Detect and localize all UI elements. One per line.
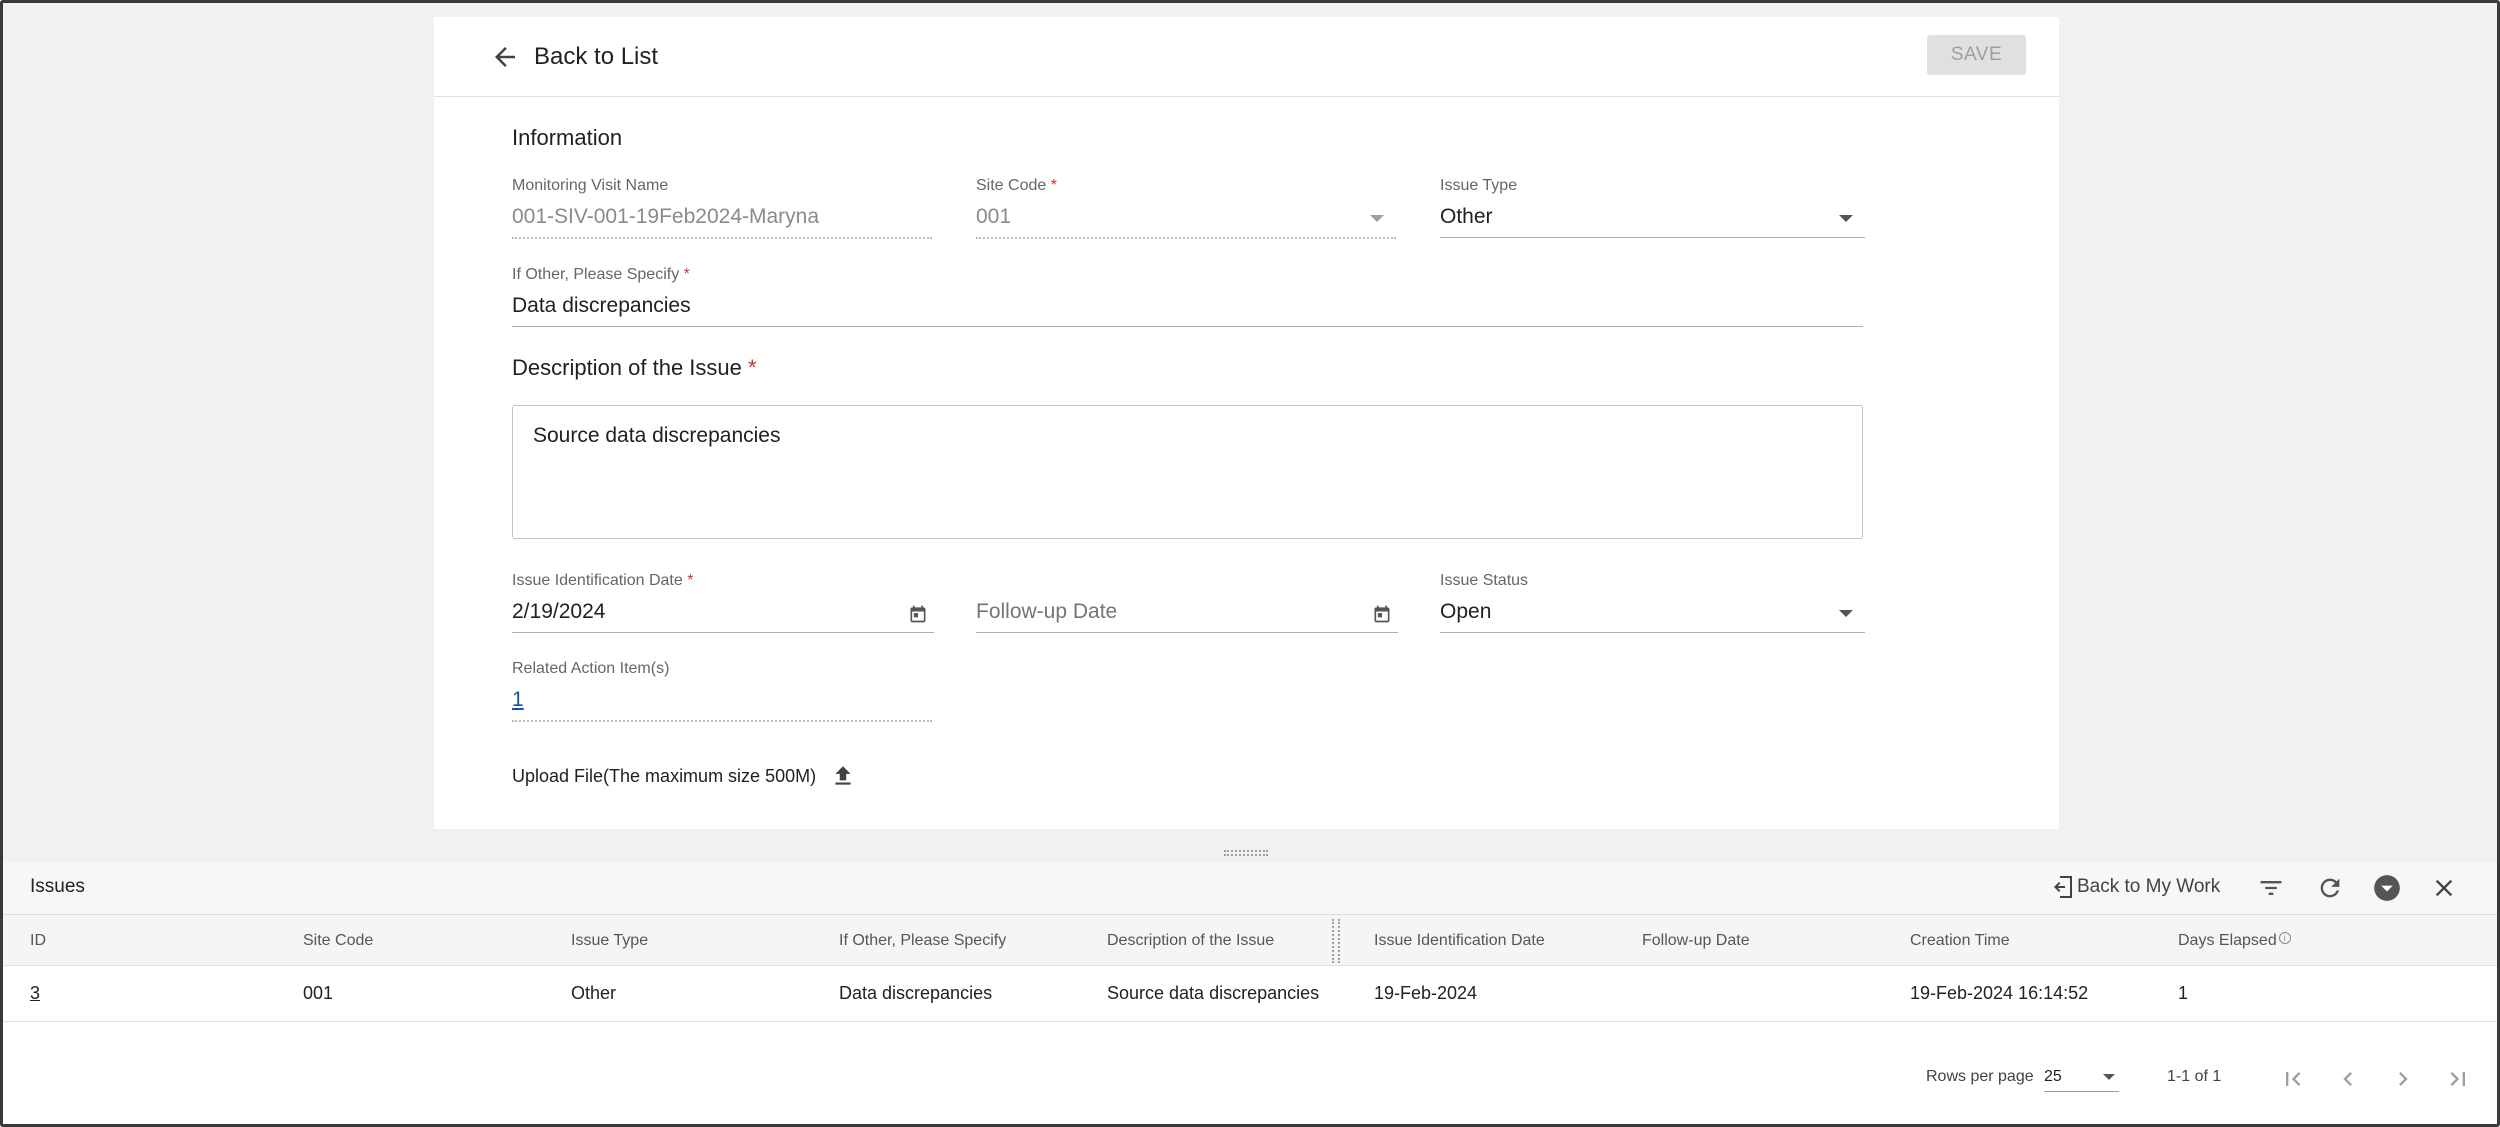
chevron-right-icon[interactable]: [2389, 1065, 2417, 1093]
related-action-link[interactable]: 1: [512, 688, 524, 712]
issue-status-label: Issue Status: [1440, 572, 1529, 589]
issues-panel: Issues Back to My Work ID Site Code Issu…: [3, 862, 2497, 1124]
if-other-field[interactable]: If Other, Please Specify * Data discrepa…: [512, 266, 1863, 332]
chevron-left-icon[interactable]: [2334, 1065, 2362, 1093]
table-row[interactable]: 3 001 Other Data discrepancies Source da…: [3, 966, 2497, 1022]
upload-file-label: Upload File(The maximum size 500M): [512, 765, 817, 786]
required-mark: *: [748, 355, 757, 380]
description-title: Description of the Issue *: [512, 355, 757, 381]
cell-issue-type: Other: [571, 983, 617, 1003]
chevron-down-icon: [1370, 215, 1384, 222]
back-to-my-work-label: Back to My Work: [2077, 876, 2221, 897]
column-header-site-code[interactable]: Site Code: [303, 932, 373, 950]
column-header-identification-date[interactable]: Issue Identification Date: [1374, 932, 1545, 950]
related-action-label: Related Action Item(s): [512, 660, 670, 677]
identification-date-value: 2/19/2024: [512, 600, 606, 623]
calendar-icon[interactable]: [908, 604, 928, 624]
back-to-list-label: Back to List: [534, 43, 659, 70]
cell-if-other: Data discrepancies: [839, 983, 993, 1003]
description-label: Description of the Issue: [512, 355, 742, 380]
required-mark: *: [1050, 177, 1057, 194]
upload-icon[interactable]: [830, 763, 856, 789]
cell-identification-date: 19-Feb-2024: [1374, 983, 1478, 1003]
issue-status-select[interactable]: Issue Status Open: [1440, 572, 1865, 638]
column-header-id[interactable]: ID: [30, 932, 46, 950]
table-header-row: ID Site Code Issue Type If Other, Please…: [3, 914, 2497, 966]
column-header-issue-type[interactable]: Issue Type: [571, 932, 648, 950]
arrow-left-icon: [495, 47, 515, 67]
chevron-down-icon: [2103, 1074, 2115, 1080]
back-to-my-work-button[interactable]: Back to My Work: [2051, 874, 2220, 900]
monitoring-visit-label: Monitoring Visit Name: [512, 177, 669, 194]
identification-date-field[interactable]: Issue Identification Date * 2/19/2024: [512, 572, 934, 638]
monitoring-visit-value: 001-SIV-001-19Feb2024-Maryna: [512, 205, 820, 228]
issue-type-label: Issue Type: [1440, 177, 1518, 194]
column-header-followup-date[interactable]: Follow-up Date: [1642, 932, 1750, 950]
issues-panel-title: Issues: [30, 876, 85, 897]
refresh-icon[interactable]: [2316, 874, 2344, 902]
back-to-list-link[interactable]: Back to List: [490, 37, 658, 77]
cell-creation-time: 19-Feb-2024 16:14:52: [1910, 983, 2089, 1003]
close-icon[interactable]: [2430, 874, 2458, 902]
rows-per-page-label: Rows per page: [1926, 1068, 2034, 1085]
column-header-creation-time[interactable]: Creation Time: [1910, 932, 2010, 950]
site-code-value: 001: [976, 205, 1012, 228]
section-information-title: Information: [512, 125, 623, 150]
if-other-value: Data discrepancies: [512, 294, 691, 317]
monitoring-visit-field: Monitoring Visit Name 001-SIV-001-19Feb2…: [512, 177, 932, 243]
issue-type-select[interactable]: Issue Type Other: [1440, 177, 1865, 243]
required-mark: *: [687, 572, 694, 589]
form-header: Back to List SAVE: [434, 17, 2059, 97]
if-other-label: If Other, Please Specify: [512, 266, 680, 283]
related-action-field: Related Action Item(s) 1: [512, 660, 932, 726]
pagination-range: 1-1 of 1: [2167, 1068, 2222, 1085]
filter-icon[interactable]: [2257, 874, 2285, 902]
issue-status-value: Open: [1440, 600, 1492, 623]
chevron-down-icon: [1839, 610, 1853, 617]
cell-days-elapsed: 1: [2178, 983, 2189, 1003]
cell-id-link[interactable]: 3: [30, 983, 40, 1004]
calendar-icon[interactable]: [1372, 604, 1392, 624]
column-resize-handle[interactable]: [1332, 919, 1340, 963]
first-page-icon[interactable]: [2279, 1065, 2307, 1093]
upload-file-row: Upload File(The maximum size 500M): [512, 763, 856, 789]
issue-type-value: Other: [1440, 205, 1493, 228]
column-header-description[interactable]: Description of the Issue: [1107, 932, 1274, 950]
column-header-days-elapsed[interactable]: Days Elapsed i: [2178, 932, 2291, 950]
cell-site-code: 001: [303, 983, 334, 1003]
followup-date-placeholder: Follow-up Date: [976, 600, 1118, 623]
site-code-select[interactable]: Site Code * 001: [976, 177, 1396, 243]
required-mark: *: [683, 266, 690, 283]
issues-panel-header: Issues Back to My Work: [3, 862, 2497, 914]
column-header-if-other[interactable]: If Other, Please Specify: [839, 932, 1006, 950]
rows-per-page-select[interactable]: 25: [2044, 1062, 2119, 1092]
info-icon: i: [2278, 932, 2291, 944]
identification-date-label: Issue Identification Date: [512, 572, 683, 589]
description-textarea[interactable]: Source data discrepancies: [512, 405, 1863, 539]
panel-resize-handle[interactable]: [1224, 848, 1268, 858]
chevron-down-icon: [1839, 215, 1853, 222]
save-button[interactable]: SAVE: [1927, 35, 2026, 75]
cell-description: Source data discrepancies: [1107, 983, 1320, 1003]
followup-date-field[interactable]: Follow-up Date: [976, 572, 1398, 638]
chevron-down-circle-icon[interactable]: [2373, 874, 2401, 902]
site-code-label: Site Code: [976, 177, 1047, 194]
days-elapsed-label: Days Elapsed: [2178, 932, 2277, 949]
last-page-icon[interactable]: [2444, 1065, 2472, 1093]
rows-per-page-value: 25: [2044, 1068, 2062, 1085]
issue-form-card: Back to List SAVE Information Monitoring…: [434, 17, 2059, 829]
back-to-work-icon: [2054, 876, 2072, 898]
